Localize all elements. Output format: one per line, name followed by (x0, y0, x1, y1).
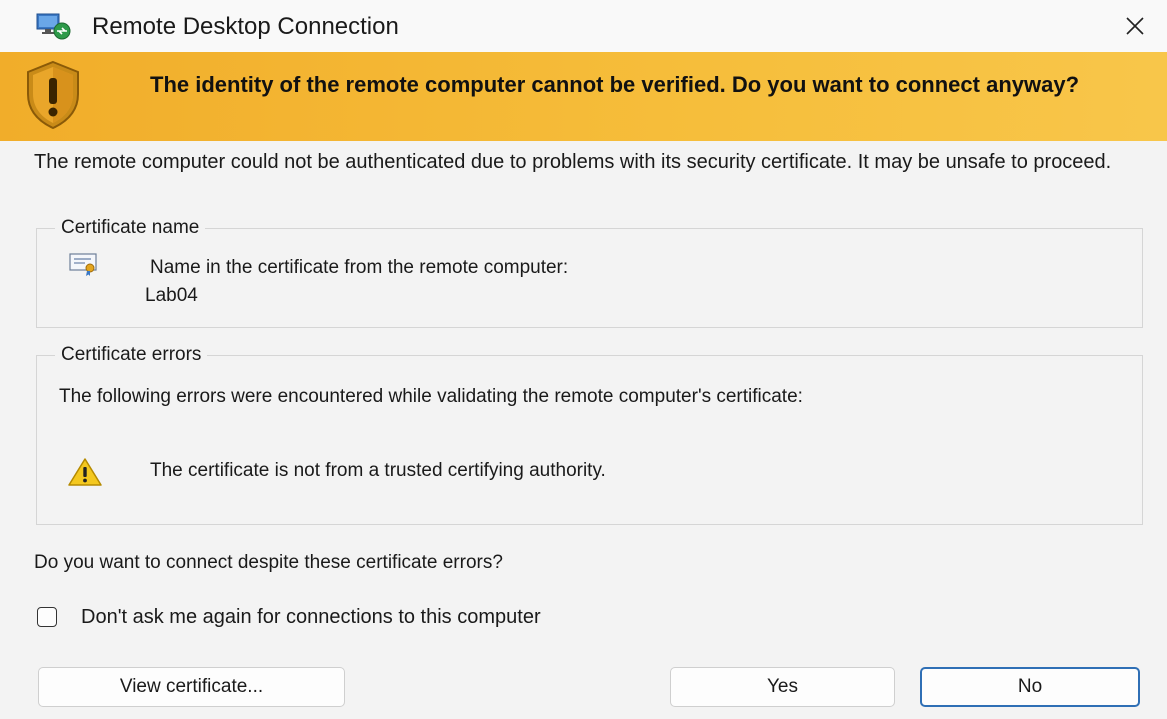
certificate-error-item: The certificate is not from a trusted ce… (150, 460, 606, 481)
dont-ask-again-label[interactable]: Don't ask me again for connections to th… (81, 606, 541, 629)
window-title: Remote Desktop Connection (92, 13, 399, 40)
warning-banner: The identity of the remote computer cann… (0, 52, 1167, 141)
shield-warning-icon (27, 60, 79, 130)
certificate-name-legend: Certificate name (55, 215, 206, 241)
no-button[interactable]: No (920, 667, 1140, 707)
intro-text: The remote computer could not be authent… (34, 151, 1112, 173)
yes-button[interactable]: Yes (670, 667, 895, 707)
connect-question: Do you want to connect despite these cer… (34, 552, 503, 573)
certificate-errors-legend: Certificate errors (55, 342, 208, 368)
certificate-name-label: Name in the certificate from the remote … (150, 257, 569, 278)
close-icon (1126, 17, 1144, 35)
warning-icon (68, 458, 102, 486)
banner-heading: The identity of the remote computer cann… (150, 72, 1080, 97)
certificate-errors-intro: The following errors were encountered wh… (59, 386, 803, 407)
checkbox-box[interactable] (37, 607, 57, 627)
close-button[interactable] (1103, 0, 1167, 52)
title-bar: Remote Desktop Connection (0, 0, 1167, 52)
certificate-name-group: Certificate name Name in the certificate… (36, 215, 1143, 328)
certificate-name-value: Lab04 (145, 285, 198, 306)
certificate-icon (69, 253, 97, 276)
certificate-errors-group: Certificate errors The following errors … (36, 342, 1143, 525)
remote-desktop-app-icon (36, 13, 71, 40)
remote-desktop-dialog: Remote Desktop Connection The identity o… (0, 0, 1167, 719)
view-certificate-button[interactable]: View certificate... (38, 667, 345, 707)
